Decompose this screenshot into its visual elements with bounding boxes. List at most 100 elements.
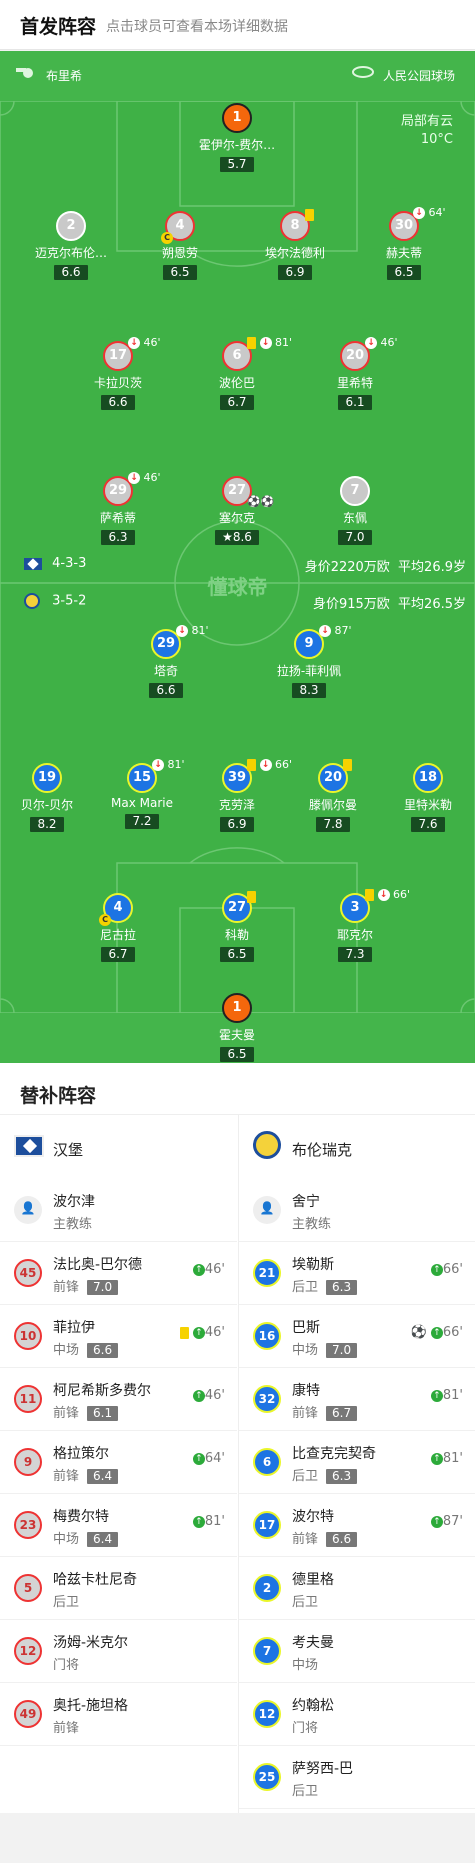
sub-in-arrow-icon: ↑ (430, 1263, 443, 1276)
away-value: 身价915万欧 (312, 597, 390, 612)
player-away-8[interactable]: 4 尼古拉 6.7 (68, 893, 168, 962)
player-away-9[interactable]: 27 科勒 6.5 (187, 893, 287, 962)
player-name: 汤姆-米克尔 (53, 1635, 129, 1651)
weather: 局部有云 10°C (401, 113, 453, 149)
player-away-1[interactable]: 29 塔奇 6.6 (116, 629, 216, 698)
bench-title: 替补阵容 (0, 1063, 475, 1115)
away-coach[interactable]: 👤 舍宁 主教练 (239, 1179, 475, 1242)
player-rating: 6.5 (220, 947, 254, 962)
bench-player-row[interactable]: 25 萨努西-巴 后卫 (239, 1746, 475, 1809)
player-rating: 6.3 (101, 530, 135, 545)
sub-in-arrow-icon: ↑ (192, 1263, 205, 1276)
player-home-8[interactable]: 20 里希特 6.1 (305, 341, 405, 410)
bench-player-row[interactable]: 12 汤姆-米克尔 门将 (0, 1620, 237, 1683)
player-home-7[interactable]: 6 波伦巴 6.7 (187, 341, 287, 410)
bench-player-row[interactable]: 11 柯尼希斯多费尔 前锋 6.1 ↑ 46' (0, 1368, 237, 1431)
goal-icon: ⚽⚽ (247, 494, 275, 508)
yellow-card-icon (343, 758, 352, 771)
player-rating: 6.3 (326, 1280, 358, 1295)
bench-player-row[interactable]: 6 比查克完契奇 后卫 6.3 ↑ 81' (239, 1431, 475, 1494)
bench-player-row[interactable]: 16 巴斯 中场 7.0 ⚽ ↑ 66' (239, 1305, 475, 1368)
player-away-3[interactable]: 19 贝尔-贝尔 8.2 (0, 763, 97, 832)
player-home-3[interactable]: 4 朔恩劳 6.5 (130, 211, 230, 280)
player-name: 考夫曼 (292, 1635, 334, 1651)
bench-player-row[interactable]: 32 康特 前锋 6.7 ↑ 81' (239, 1368, 475, 1431)
player-name: 约翰松 (292, 1698, 334, 1714)
player-avatar: 18 (413, 763, 443, 793)
player-away-5[interactable]: 39 克劳泽 6.9 (187, 763, 287, 832)
bench-player-row[interactable]: 10 菲拉伊 中场 6.6 ↑ 46' (0, 1305, 237, 1368)
sub-time: 46' (204, 1388, 225, 1403)
player-position-line: 中场 7.0 (292, 1339, 358, 1358)
substitution-marker: ↓ 46' (128, 471, 161, 484)
away-bench: 布伦瑞克 👤 舍宁 主教练 21 埃勒斯 后卫 6.3 ↑ 66' 16 巴斯 中场 7.0 ⚽ ↑… (238, 1115, 475, 1813)
player-home-5[interactable]: 30 赫夫蒂 6.5 (354, 211, 454, 280)
player-rating: 6.7 (326, 1406, 358, 1421)
player-position-line: 门将 (53, 1654, 79, 1673)
player-avatar: 5 (14, 1574, 42, 1602)
player-home-2[interactable]: 2 迈克尔布伦… 6.6 (21, 211, 121, 280)
player-home-9[interactable]: 29 萨希蒂 6.3 (68, 476, 168, 545)
substitution-marker: ↓ 81' (247, 336, 292, 349)
player-away-11[interactable]: 1 霍夫曼 6.5 (187, 993, 287, 1062)
coach-name: 波尔津 (53, 1194, 95, 1210)
player-rating: 7.0 (338, 530, 372, 545)
player-position: 中场 (292, 1343, 319, 1358)
home-bench: 汉堡 👤 波尔津 主教练 45 法比奥-巴尔德 前锋 7.0 ↑ 46' 10 菲拉伊 中场 6.… (0, 1115, 237, 1746)
substitution-marker: ↓ 81' (152, 758, 185, 771)
sub-time: 87' (442, 1514, 463, 1529)
player-position-line: 后卫 (292, 1780, 318, 1799)
player-avatar: 32 (253, 1385, 281, 1413)
bench-player-row[interactable]: 49 奥托-施坦格 前锋 (0, 1683, 237, 1746)
player-rating: 6.1 (87, 1406, 119, 1421)
bench-player-row[interactable]: 7 考夫曼 中场 (239, 1620, 475, 1683)
yellow-card-icon (179, 1326, 189, 1339)
pitch: 布里希 人民公园球场 局部有云 10°C 4-3-3 身价2220万欧 平均26… (0, 51, 475, 1063)
sub-time: 66' (442, 1262, 463, 1277)
substitution-in-marker: ↑ 87' (430, 1514, 463, 1529)
player-avatar: 19 (32, 763, 62, 793)
coach-role: 主教练 (53, 1217, 93, 1232)
bench-player-row[interactable]: 45 法比奥-巴尔德 前锋 7.0 ↑ 46' (0, 1242, 237, 1305)
player-position-line: 后卫 6.3 (292, 1276, 358, 1295)
player-position: 前锋 (53, 1469, 80, 1484)
player-home-1[interactable]: 1 霍伊尔-费尔… 5.7 (187, 103, 287, 172)
player-away-6[interactable]: 20 滕佩尔曼 7.8 (283, 763, 383, 832)
bench-player-row[interactable]: 9 格拉策尔 前锋 6.4 ↑ 64' (0, 1431, 237, 1494)
away-formation: 3-5-2 (52, 593, 87, 609)
bench-player-row[interactable]: 5 哈兹卡杜尼奇 后卫 (0, 1557, 237, 1620)
player-name: 科勒 (224, 928, 249, 942)
bench-player-row[interactable]: 23 梅费尔特 中场 6.4 ↑ 81' (0, 1494, 237, 1557)
player-away-10[interactable]: 3 耶克尔 7.3 (305, 893, 405, 962)
player-rating: 6.9 (220, 817, 254, 832)
player-position: 前锋 (292, 1406, 319, 1421)
player-rating: 6.4 (87, 1469, 119, 1484)
bench-player-row[interactable]: 17 波尔特 前锋 6.6 ↑ 87' (239, 1494, 475, 1557)
bench-player-row[interactable]: 12 约翰松 门将 (239, 1683, 475, 1746)
player-name: 霍夫曼 (218, 1028, 255, 1042)
player-rating: 7.0 (326, 1343, 358, 1358)
player-avatar: 10 (14, 1322, 42, 1350)
player-home-4[interactable]: 8 埃尔法德利 6.9 (245, 211, 345, 280)
player-away-4[interactable]: 15 Max Marie 7.2 (92, 763, 192, 829)
player-name: 塔奇 (153, 664, 178, 678)
player-home-10[interactable]: 27 塞尔克 ★8.6 (187, 476, 287, 545)
home-formation: 4-3-3 (52, 556, 87, 571)
sub-time: 66' (442, 1325, 463, 1340)
substitution-in-marker: ↑ 46' (192, 1262, 225, 1277)
player-away-7[interactable]: 18 里特米勒 7.6 (378, 763, 475, 832)
player-rating: 6.5 (387, 265, 421, 280)
player-home-11[interactable]: 7 东佩 7.0 (305, 476, 405, 545)
player-rating: 6.5 (163, 265, 197, 280)
player-away-2[interactable]: 9 拉扬-菲利佩 8.3 (259, 629, 359, 698)
home-coach[interactable]: 👤 波尔津 主教练 (0, 1179, 237, 1242)
player-avatar: 49 (14, 1700, 42, 1728)
bench-player-row[interactable]: 2 德里格 后卫 (239, 1557, 475, 1620)
player-position-line: 前锋 6.6 (292, 1528, 358, 1547)
player-avatar: 2 (56, 211, 86, 241)
stadium-name: 人民公园球场 (383, 69, 456, 83)
hamburg-logo-icon (14, 1135, 44, 1157)
player-home-6[interactable]: 17 卡拉贝茨 6.6 (68, 341, 168, 410)
player-name: 埃尔法德利 (264, 246, 325, 260)
bench-player-row[interactable]: 21 埃勒斯 后卫 6.3 ↑ 66' (239, 1242, 475, 1305)
